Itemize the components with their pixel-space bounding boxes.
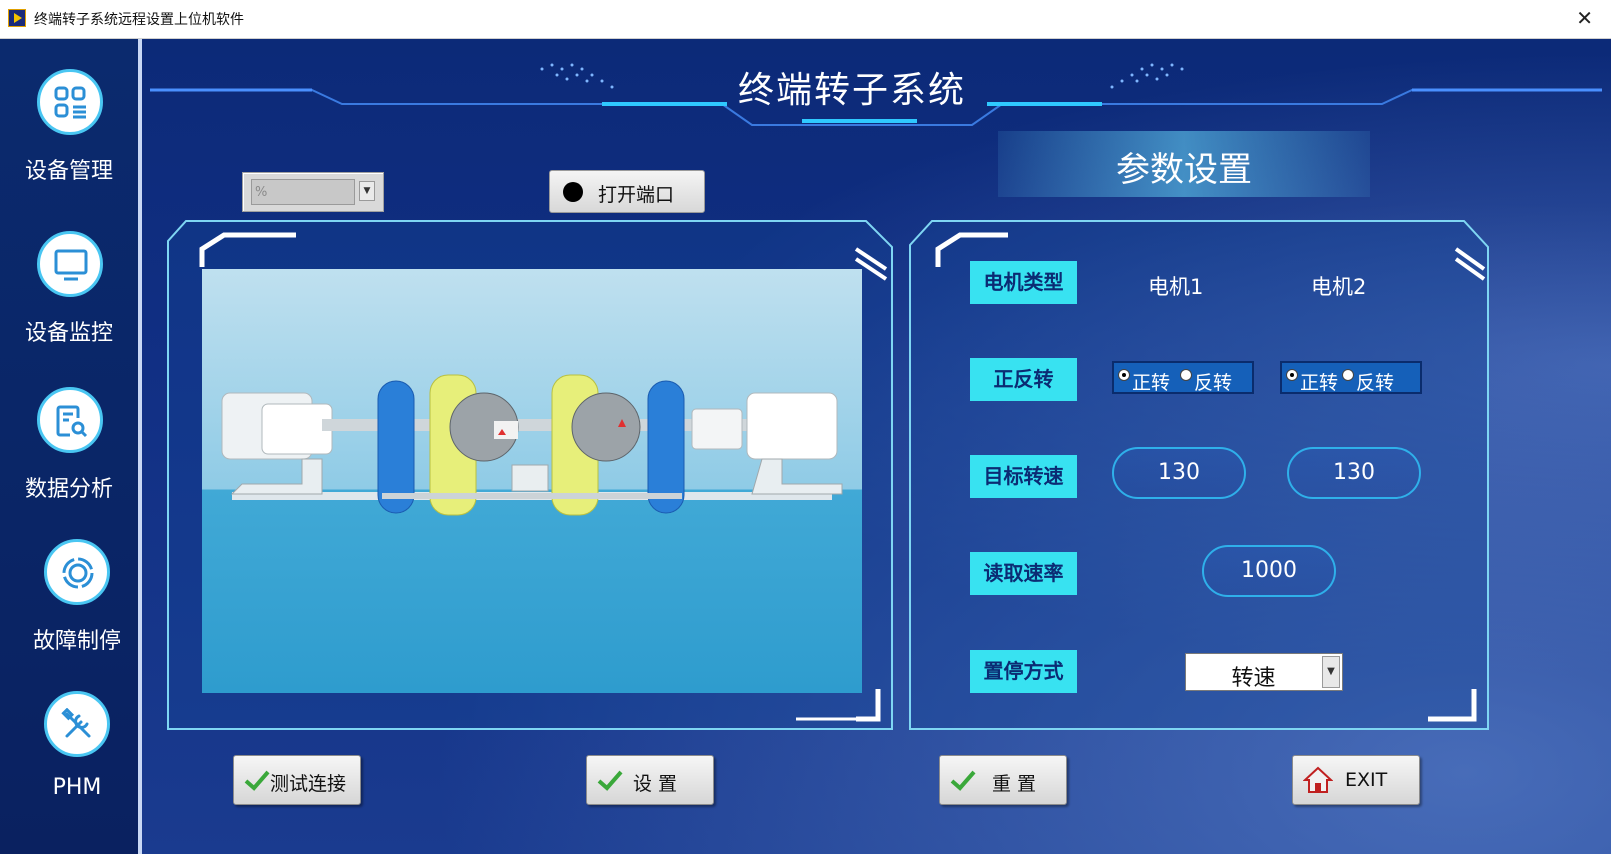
open-port-label: 打开端口 bbox=[598, 184, 675, 206]
sidebar-item-data-analysis[interactable]: 数据分析 bbox=[0, 387, 138, 527]
ring-icon bbox=[44, 539, 110, 605]
set-button[interactable]: 设 置 bbox=[586, 755, 714, 805]
param-banner: 参数设置 bbox=[998, 131, 1370, 197]
motor1-target-speed-input[interactable]: 130 bbox=[1112, 447, 1246, 499]
monitor-icon bbox=[37, 231, 103, 297]
motor1-header: 电机1 bbox=[1148, 275, 1204, 299]
reset-label: 重 置 bbox=[992, 773, 1037, 795]
sidebar-item-label: 设备管理 bbox=[24, 159, 113, 184]
stop-mode-value: 转速 bbox=[1231, 666, 1276, 691]
tools-icon bbox=[44, 691, 110, 757]
sidebar-item-device-monitoring[interactable]: 设备监控 bbox=[0, 231, 138, 371]
check-icon bbox=[597, 770, 623, 791]
reverse-label: 反转 bbox=[1194, 372, 1233, 394]
motor2-forward-radio[interactable] bbox=[1286, 369, 1298, 381]
close-icon[interactable]: ✕ bbox=[1576, 6, 1593, 30]
test-connection-label: 测试连接 bbox=[270, 773, 347, 795]
exit-label: EXIT bbox=[1345, 769, 1388, 791]
chevron-down-icon[interactable]: ▼ bbox=[1322, 656, 1340, 688]
stop-mode-label: 置停方式 bbox=[970, 650, 1077, 693]
sidebar-item-label: 故障制停 bbox=[32, 629, 121, 654]
sidebar-item-label: 设备监控 bbox=[24, 321, 113, 346]
sidebar-item-label: 数据分析 bbox=[24, 477, 113, 502]
page-title: 终端转子系统 bbox=[737, 70, 966, 111]
reset-button[interactable]: 重 置 bbox=[939, 755, 1067, 805]
check-icon bbox=[244, 770, 270, 791]
motor1-reverse-radio[interactable] bbox=[1180, 369, 1192, 381]
motor2-target-speed-input[interactable]: 130 bbox=[1287, 447, 1421, 499]
motor1-direction-group: 正转 反转 bbox=[1112, 361, 1254, 394]
port-status-led bbox=[563, 182, 583, 202]
motor2-reverse-radio[interactable] bbox=[1342, 369, 1354, 381]
read-rate-label: 读取速率 bbox=[970, 552, 1077, 595]
document-search-icon bbox=[37, 387, 103, 453]
sidebar-item-device-management[interactable]: 设备管理 bbox=[0, 69, 138, 209]
stop-mode-select[interactable]: 转速 ▼ bbox=[1185, 653, 1343, 691]
check-icon bbox=[950, 770, 976, 791]
title-bar: 终端转子系统远程设置上位机软件 ✕ bbox=[0, 0, 1611, 39]
motor-type-label: 电机类型 bbox=[970, 261, 1077, 304]
sidebar-item-label: PHM bbox=[52, 775, 102, 800]
motor2-direction-group: 正转 反转 bbox=[1280, 361, 1422, 394]
app-icon bbox=[8, 9, 26, 27]
motor2-header: 电机2 bbox=[1311, 275, 1367, 299]
reverse-label: 反转 bbox=[1356, 372, 1395, 394]
sidebar-item-fault-stop[interactable]: 故障制停 bbox=[0, 539, 138, 679]
sidebar: 设备管理 设备监控 数据分析 故障制停 PHM bbox=[0, 39, 142, 854]
forward-label: 正转 bbox=[1300, 372, 1339, 394]
rotor-system-image bbox=[202, 269, 862, 693]
exit-button[interactable]: EXIT bbox=[1292, 755, 1420, 805]
read-rate-input[interactable]: 1000 bbox=[1202, 545, 1336, 597]
open-port-button[interactable]: 打开端口 bbox=[549, 170, 705, 213]
param-title: 参数设置 bbox=[1116, 150, 1252, 190]
sidebar-item-phm[interactable]: PHM bbox=[0, 691, 138, 831]
chevron-down-icon[interactable]: ▼ bbox=[359, 181, 375, 201]
test-connection-button[interactable]: 测试连接 bbox=[233, 755, 361, 805]
motor1-forward-radio[interactable] bbox=[1118, 369, 1130, 381]
target-speed-label: 目标转速 bbox=[970, 455, 1077, 498]
window-title: 终端转子系统远程设置上位机软件 bbox=[34, 12, 244, 28]
main-panel: 终端转子系统 参数设置 % ▼ 打开端口 电机类型 电机1 电机2 正反转 正转… bbox=[142, 39, 1611, 854]
home-icon bbox=[1303, 766, 1333, 793]
port-combo-field[interactable]: % bbox=[251, 179, 355, 205]
forward-label: 正转 bbox=[1132, 372, 1171, 394]
direction-label: 正反转 bbox=[970, 358, 1077, 401]
port-combo[interactable]: % ▼ bbox=[242, 172, 384, 212]
grid-list-icon bbox=[37, 69, 103, 135]
set-label: 设 置 bbox=[633, 773, 678, 795]
